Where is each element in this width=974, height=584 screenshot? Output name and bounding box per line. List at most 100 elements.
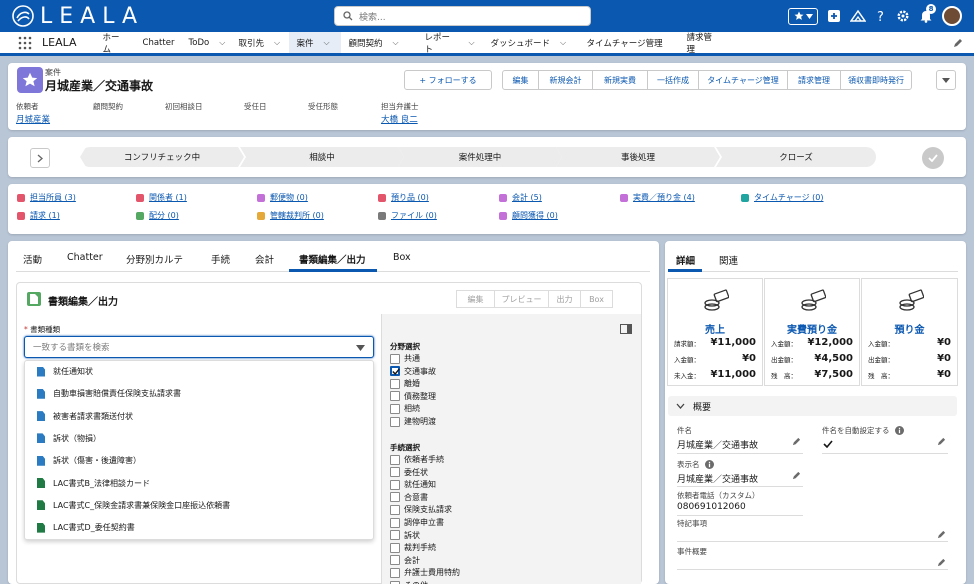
pencil-icon[interactable] [792, 437, 801, 446]
action-button[interactable]: 編集 [502, 70, 539, 90]
dropdown-option[interactable]: 就任通知状 [37, 366, 93, 377]
chevron-down-icon[interactable]: ⌵ [393, 38, 399, 48]
field-value-link[interactable]: 大橋 良二 [381, 113, 418, 125]
checkbox[interactable] [390, 492, 400, 503]
field-checkbox[interactable]: 交通事故 [390, 366, 436, 377]
proc-checkbox[interactable]: 就任通知 [390, 479, 436, 490]
favorites-button[interactable] [788, 7, 818, 25]
panel-action-button[interactable]: 出力 [548, 290, 581, 308]
tab[interactable]: 活動 [23, 252, 42, 266]
checkbox[interactable] [390, 353, 400, 364]
proc-checkbox[interactable]: その他 [390, 580, 428, 584]
proc-checkbox[interactable]: 合意書 [390, 492, 428, 503]
gear-icon[interactable] [896, 9, 910, 23]
path-toggle-button[interactable] [30, 148, 50, 168]
proc-checkbox[interactable]: 会計 [390, 555, 420, 566]
nav-item[interactable]: 案件 ⌵ [288, 32, 341, 56]
field-checkbox[interactable]: 離婚 [390, 378, 420, 389]
global-search-input[interactable]: 検索... [334, 6, 591, 26]
path-stage[interactable]: 案件処理中 [398, 147, 562, 167]
tab[interactable]: Box [393, 252, 411, 263]
nav-item[interactable]: ダッシュボード ⌵ [483, 32, 579, 53]
panel-action-button[interactable]: 編集 [456, 290, 495, 308]
chevron-down-icon[interactable]: ⌵ [324, 38, 330, 48]
tab[interactable]: 書類編集／出力 [299, 252, 366, 266]
path-stage[interactable]: コンフリチェック中 [80, 147, 244, 167]
more-actions-button[interactable] [936, 70, 956, 90]
chevron-down-icon[interactable]: ⌵ [274, 38, 280, 48]
app-logo[interactable]: LEALA [12, 4, 144, 29]
checkbox[interactable] [390, 391, 400, 402]
app-launcher-icon[interactable] [18, 36, 32, 50]
tab[interactable]: 会計 [255, 252, 274, 266]
field-checkbox[interactable]: 債務整理 [390, 391, 436, 402]
notifications-button[interactable]: 8 [919, 4, 936, 23]
action-button[interactable]: 新規実費 [592, 70, 648, 90]
tab[interactable]: 分野別カルテ [126, 252, 183, 266]
path-stage[interactable]: 事後処理 [556, 147, 720, 167]
follow-button[interactable]: + フォローする [404, 70, 492, 90]
related-link[interactable]: 郵便物 (0) [257, 192, 308, 203]
nav-item[interactable]: 取引先 ⌵ [231, 32, 289, 53]
checkbox[interactable] [390, 567, 400, 578]
nav-item[interactable]: Chatter [135, 32, 181, 53]
checkbox[interactable] [390, 467, 400, 478]
dropdown-option[interactable]: 自動車損害賠償責任保険支払請求書 [37, 388, 181, 399]
pencil-icon[interactable] [937, 530, 946, 539]
checkbox[interactable] [390, 517, 400, 528]
related-link[interactable]: ファイル (0) [378, 210, 437, 221]
nav-item[interactable]: ToDo ⌵ [181, 32, 231, 53]
checkbox[interactable] [390, 454, 400, 465]
nav-item[interactable]: レポート ⌵ [417, 32, 483, 55]
chevron-down-icon[interactable]: ⌵ [468, 38, 474, 48]
path-stage[interactable]: 相談中 [240, 147, 404, 167]
dropdown-option[interactable]: 訴状（物損） [37, 433, 101, 444]
checkbox[interactable] [390, 416, 400, 427]
pencil-icon[interactable] [937, 437, 946, 446]
proc-checkbox[interactable]: 調停申立書 [390, 517, 444, 528]
action-button[interactable]: タイムチャージ管理 [698, 70, 788, 90]
proc-checkbox[interactable]: 委任状 [390, 467, 428, 478]
pencil-icon[interactable] [937, 558, 946, 567]
doc-type-combobox[interactable]: 一致する書類を検索 [24, 336, 374, 358]
related-link[interactable]: 管轄裁判所 (0) [257, 210, 324, 221]
proc-checkbox[interactable]: 弁護士費用特約 [390, 567, 460, 578]
nav-item[interactable]: ホーム [95, 32, 135, 55]
field-checkbox[interactable]: 建物明渡 [390, 416, 436, 427]
action-button[interactable]: 新規会計 [538, 70, 593, 90]
related-link[interactable]: 配分 (0) [136, 210, 179, 221]
panel-toggle-icon[interactable] [620, 324, 632, 334]
nav-item[interactable]: 請求管理 [679, 32, 727, 55]
checkbox[interactable] [390, 580, 400, 584]
path-stage[interactable]: クローズ [716, 147, 876, 167]
field-value-link[interactable]: 月城産業 [16, 113, 50, 125]
overview-section-header[interactable]: 概要 [668, 396, 957, 416]
chevron-down-icon[interactable]: ⌵ [560, 38, 566, 48]
chevron-down-icon[interactable]: ⌵ [219, 38, 225, 48]
field-checkbox[interactable]: 相続 [390, 403, 420, 414]
nav-item[interactable]: 顧問契約 ⌵ [341, 32, 417, 53]
action-button[interactable]: 請求管理 [787, 70, 841, 90]
action-button[interactable]: 一括作成 [647, 70, 699, 90]
proc-checkbox[interactable]: 依頼者手続 [390, 454, 444, 465]
nav-item[interactable]: タイムチャージ管理 [579, 32, 679, 53]
side-tab[interactable]: 詳細 [676, 253, 695, 267]
dropdown-option[interactable]: 訴状（傷害・後遺障害） [37, 455, 141, 466]
related-link[interactable]: 関係者 (1) [136, 192, 187, 203]
related-link[interactable]: 実費／預り金 (4) [620, 192, 695, 203]
side-tab[interactable]: 関連 [719, 253, 738, 267]
dropdown-option[interactable]: 被害者請求書類送付状 [37, 411, 133, 422]
edit-nav-icon[interactable] [953, 38, 963, 48]
checkbox[interactable] [390, 366, 400, 377]
checkbox[interactable] [390, 479, 400, 490]
related-link[interactable]: 顧問獲得 (0) [499, 210, 558, 221]
tab[interactable]: 手続 [211, 252, 230, 266]
checkbox[interactable] [390, 530, 400, 541]
field-checkbox[interactable]: 共通 [390, 353, 420, 364]
action-button[interactable]: 領収書即時発行 [840, 70, 912, 90]
dropdown-option[interactable]: LAC書式B_法律相談カード [37, 478, 150, 489]
mark-complete-button[interactable] [922, 147, 944, 169]
proc-checkbox[interactable]: 保険支払請求 [390, 504, 452, 515]
related-link[interactable]: タイムチャージ (0) [741, 192, 823, 203]
trailhead-icon[interactable] [850, 9, 866, 23]
